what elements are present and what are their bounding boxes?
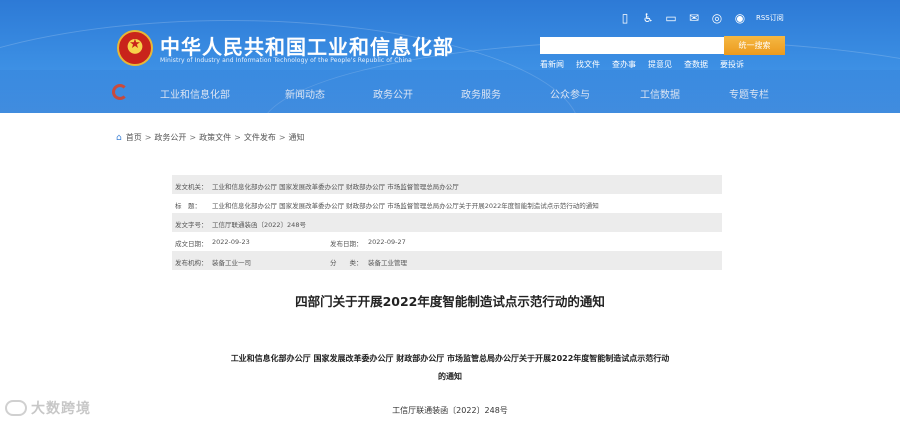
breadcrumb-policy[interactable]: 政策文件: [199, 132, 231, 143]
national-emblem-icon[interactable]: ★: [117, 30, 153, 66]
site-header: ★ 中华人民共和国工业和信息化部 Ministry of Industry an…: [0, 0, 900, 113]
main-nav: 工业和信息化部 新闻动态 政务公开 政务服务 公众参与 工信数据 专题专栏: [0, 78, 900, 106]
mobile-icon[interactable]: ▯: [617, 10, 633, 26]
article-subtitle-continued: 的通知: [438, 372, 462, 381]
mail-icon[interactable]: ✉: [686, 10, 702, 26]
issuer-label: 发文机关：: [175, 183, 208, 191]
nav-item-services[interactable]: 政务服务: [461, 86, 501, 101]
nav-item-ministry[interactable]: 工业和信息化部: [160, 86, 230, 101]
site-logo-icon[interactable]: [112, 84, 128, 100]
breadcrumb-home[interactable]: 首页: [126, 132, 142, 143]
top-utility-icons: ▯ ♿ ▭ ✉ ◎ ◉ RSS订阅: [617, 10, 784, 26]
breadcrumb: ⌂ 首页 > 政务公开 > 政策文件 > 文件发布 > 通知: [116, 132, 305, 143]
breadcrumb-separator: >: [234, 133, 241, 142]
article-subtitle: 工业和信息化部办公厅 国家发展改革委办公厅 财政部办公厅 市场监管总局办公厅关于…: [230, 354, 670, 363]
breadcrumb-publish[interactable]: 文件发布: [244, 132, 276, 143]
nav-item-topics[interactable]: 专题专栏: [729, 86, 769, 101]
date-label: 成文日期：: [175, 240, 208, 248]
info-row-title: 标 题： 工业和信息化部办公厅 国家发展改革委办公厅 财政部办公厅 市场监督管理…: [172, 194, 722, 213]
breadcrumb-notice[interactable]: 通知: [289, 132, 305, 143]
accessibility-icon[interactable]: ♿: [640, 10, 656, 26]
title-label: 标 题：: [175, 202, 201, 210]
quick-link-services[interactable]: 查办事: [612, 59, 636, 70]
article-title: 四部门关于开展2022年度智能制造试点示范行动的通知: [295, 294, 605, 309]
info-row-dates: 成文日期： 2022-09-23 发布日期： 2022-09-27: [172, 232, 722, 251]
pub-date-label: 发布日期：: [330, 240, 363, 248]
document-info-table: 发文机关： 工业和信息化部办公厅 国家发展改革委办公厅 财政部办公厅 市场监督管…: [172, 175, 722, 270]
breadcrumb-separator: >: [189, 133, 197, 142]
docno-label: 发文字号：: [175, 221, 208, 229]
phone-icon[interactable]: ▭: [663, 10, 679, 26]
docno-value: 工信厅联通装函〔2022〕248号: [212, 221, 306, 229]
article-doc-number: 工信厅联通装函〔2022〕248号: [392, 406, 508, 415]
breadcrumb-separator: >: [144, 133, 152, 142]
quick-links: 看新闻 找文件 查办事 提意见 查数据 要投诉: [540, 59, 756, 70]
watermark-logo-icon: [5, 400, 27, 416]
nav-item-news[interactable]: 新闻动态: [285, 86, 325, 101]
quick-link-feedback[interactable]: 提意见: [648, 59, 672, 70]
nav-item-participation[interactable]: 公众参与: [550, 86, 590, 101]
org-label: 发布机构：: [175, 259, 208, 267]
site-subtitle: Ministry of Industry and Information Tec…: [160, 57, 412, 64]
quick-link-data[interactable]: 查数据: [684, 59, 708, 70]
nav-item-data[interactable]: 工信数据: [640, 86, 680, 101]
breadcrumb-disclosure[interactable]: 政务公开: [154, 132, 186, 143]
site-title[interactable]: 中华人民共和国工业和信息化部: [160, 31, 454, 60]
org-value: 装备工业一司: [212, 259, 251, 267]
watermark-text: 大数跨境: [31, 401, 91, 417]
rss-link[interactable]: RSS订阅: [756, 13, 784, 23]
search-input[interactable]: [540, 37, 724, 54]
issuer-value: 工业和信息化部办公厅 国家发展改革委办公厅 财政部办公厅 市场监督管理总局办公厅: [212, 183, 459, 191]
breadcrumb-separator: >: [278, 133, 286, 142]
category-label: 分 类：: [330, 259, 363, 267]
info-row-issuer: 发文机关： 工业和信息化部办公厅 国家发展改革委办公厅 财政部办公厅 市场监督管…: [172, 175, 722, 194]
info-row-org: 发布机构： 装备工业一司 分 类： 装备工业管理: [172, 251, 722, 270]
info-row-docno: 发文字号： 工信厅联通装函〔2022〕248号: [172, 213, 722, 232]
wechat-icon[interactable]: ◎: [709, 10, 725, 26]
title-value: 工业和信息化部办公厅 国家发展改革委办公厅 财政部办公厅 市场监督管理总局办公厅…: [212, 202, 599, 210]
watermark: 大数跨境: [5, 398, 91, 418]
quick-link-news[interactable]: 看新闻: [540, 59, 564, 70]
category-value: 装备工业管理: [368, 259, 407, 267]
weibo-icon[interactable]: ◉: [732, 10, 748, 26]
nav-item-disclosure[interactable]: 政务公开: [373, 86, 413, 101]
date-value: 2022-09-23: [212, 238, 250, 246]
quick-link-files[interactable]: 找文件: [576, 59, 600, 70]
quick-link-complaint[interactable]: 要投诉: [720, 59, 744, 70]
pub-date-value: 2022-09-27: [368, 238, 406, 246]
search-button[interactable]: 统一搜索: [724, 36, 785, 55]
home-icon: ⌂: [116, 132, 122, 143]
page: ★ 中华人民共和国工业和信息化部 Ministry of Industry an…: [0, 0, 900, 425]
